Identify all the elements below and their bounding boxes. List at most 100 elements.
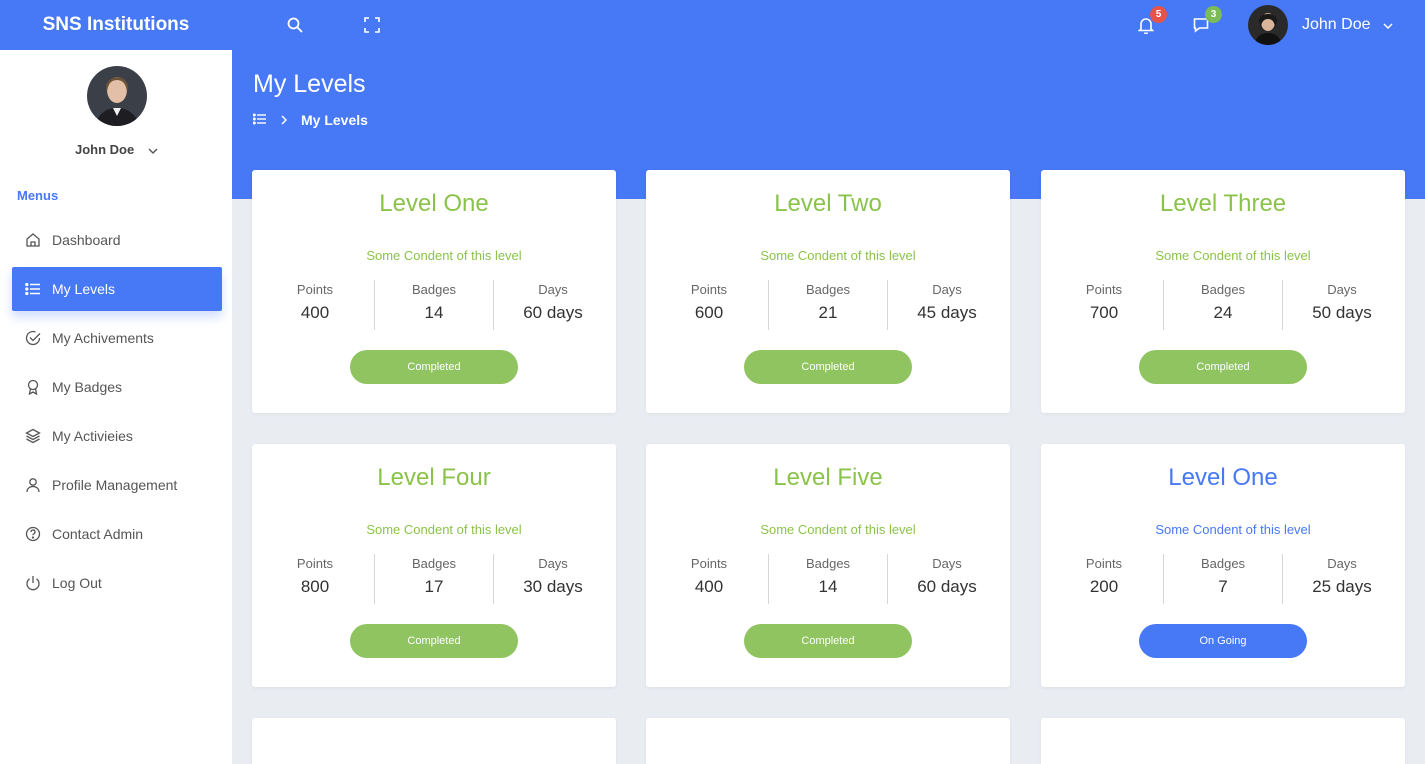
avatar <box>1248 5 1288 45</box>
status-button[interactable]: Completed <box>350 624 518 658</box>
sidebar-item-my-levels[interactable]: My Levels <box>12 267 222 311</box>
user-menu[interactable]: John Doe <box>1248 4 1393 46</box>
days-value: 25 days <box>1312 577 1372 596</box>
level-description: Some Condent of this level <box>760 522 916 537</box>
badges-label: Badges <box>805 556 851 571</box>
sidebar-menu: Dashboard My Levels My Achivements My Ba… <box>12 218 222 610</box>
points-label: Points <box>1085 556 1123 571</box>
level-description: Some Condent of this level <box>1155 248 1311 263</box>
days-label: Days <box>538 556 568 571</box>
fullscreen-icon[interactable] <box>361 14 383 36</box>
level-stats: Points 200 Badges 7 Days 25 days <box>1045 554 1401 604</box>
level-card <box>646 718 1010 764</box>
search-icon[interactable] <box>284 14 306 36</box>
list-icon <box>24 280 42 298</box>
level-card: Level One Some Condent of this level Poi… <box>1041 444 1405 687</box>
sidebar-user-menu[interactable]: John Doe <box>75 142 158 157</box>
level-title: Level One <box>1168 464 1278 491</box>
points-label: Points <box>296 556 334 571</box>
notifications-bell-icon[interactable]: 5 <box>1135 6 1167 36</box>
breadcrumb: My Levels <box>252 112 368 128</box>
status-button[interactable]: Completed <box>1139 350 1307 384</box>
messages-icon[interactable]: 3 <box>1190 6 1222 36</box>
status-button[interactable]: Completed <box>744 624 912 658</box>
level-card <box>252 718 616 764</box>
sidebar: John Doe Menus Dashboard My Levels My Ac… <box>0 50 232 764</box>
power-icon <box>24 574 42 592</box>
level-card: Level Four Some Condent of this level Po… <box>252 444 616 687</box>
level-title: Level Four <box>377 464 491 491</box>
badges-label: Badges <box>1200 282 1246 297</box>
user-name: John Doe <box>1302 16 1371 33</box>
sidebar-item-profile-management[interactable]: Profile Management <box>12 463 222 507</box>
days-value: 45 days <box>917 303 977 322</box>
days-value: 30 days <box>523 577 583 596</box>
sidebar-item-label: My Achivements <box>52 330 154 346</box>
messages-count-badge: 3 <box>1205 6 1222 23</box>
badges-value: 14 <box>818 577 838 596</box>
badges-label: Badges <box>411 556 457 571</box>
badges-label: Badges <box>411 282 457 297</box>
points-label: Points <box>690 282 728 297</box>
sidebar-item-my-activieies[interactable]: My Activieies <box>12 414 222 458</box>
points-value: 600 <box>694 303 724 322</box>
status-button[interactable]: Completed <box>350 350 518 384</box>
status-button[interactable]: Completed <box>744 350 912 384</box>
check-circle-icon <box>24 329 42 347</box>
days-label: Days <box>1327 556 1357 571</box>
chevron-right-icon <box>281 115 287 125</box>
level-title: Level One <box>379 190 489 217</box>
points-label: Points <box>296 282 334 297</box>
status-button[interactable]: On Going <box>1139 624 1307 658</box>
help-circle-icon <box>24 525 42 543</box>
days-label: Days <box>1327 282 1357 297</box>
level-title: Level Five <box>773 464 883 491</box>
level-stats: Points 400 Badges 14 Days 60 days <box>256 280 612 330</box>
sidebar-item-my-achivements[interactable]: My Achivements <box>12 316 222 360</box>
badges-label: Badges <box>1200 556 1246 571</box>
award-icon <box>24 378 42 396</box>
list-icon[interactable] <box>252 112 267 128</box>
sidebar-item-label: My Badges <box>52 379 123 395</box>
brand-logo[interactable]: SNS Institutions <box>0 0 232 50</box>
top-navbar: SNS Institutions 5 3 John Doe <box>0 0 1425 50</box>
notifications-count-badge: 5 <box>1150 6 1167 23</box>
days-label: Days <box>538 282 568 297</box>
layers-icon <box>24 427 42 445</box>
points-value: 400 <box>694 577 724 596</box>
days-value: 60 days <box>523 303 583 322</box>
days-label: Days <box>932 282 962 297</box>
badges-label: Badges <box>805 282 851 297</box>
level-title: Level Three <box>1159 190 1287 217</box>
sidebar-item-label: Log Out <box>52 575 102 591</box>
days-value: 50 days <box>1312 303 1372 322</box>
sidebar-item-log-out[interactable]: Log Out <box>12 561 222 605</box>
sidebar-item-dashboard[interactable]: Dashboard <box>12 218 222 262</box>
sidebar-item-my-badges[interactable]: My Badges <box>12 365 222 409</box>
level-card: Level One Some Condent of this level Poi… <box>252 170 616 413</box>
chevron-down-icon <box>148 142 158 157</box>
badges-value: 17 <box>424 577 444 596</box>
breadcrumb-current: My Levels <box>301 112 368 128</box>
level-card: Level Five Some Condent of this level Po… <box>646 444 1010 687</box>
level-stats: Points 700 Badges 24 Days 50 days <box>1045 280 1401 330</box>
level-card: Level Two Some Condent of this level Poi… <box>646 170 1010 413</box>
badges-value: 7 <box>1218 577 1228 596</box>
badges-value: 24 <box>1213 303 1233 322</box>
sidebar-item-contact-admin[interactable]: Contact Admin <box>12 512 222 556</box>
days-label: Days <box>932 556 962 571</box>
profile-avatar[interactable] <box>87 66 147 126</box>
level-description: Some Condent of this level <box>366 248 522 263</box>
badges-value: 14 <box>424 303 444 322</box>
points-value: 800 <box>300 577 330 596</box>
level-description: Some Condent of this level <box>760 248 916 263</box>
level-stats: Points 800 Badges 17 Days 30 days <box>256 554 612 604</box>
points-value: 400 <box>300 303 330 322</box>
level-card <box>1041 718 1405 764</box>
chevron-down-icon <box>1382 16 1393 34</box>
sidebar-item-label: My Levels <box>52 281 116 297</box>
user-icon <box>24 476 42 494</box>
menus-heading: Menus <box>17 188 59 203</box>
page-title: My Levels <box>253 70 366 98</box>
points-value: 200 <box>1089 577 1119 596</box>
